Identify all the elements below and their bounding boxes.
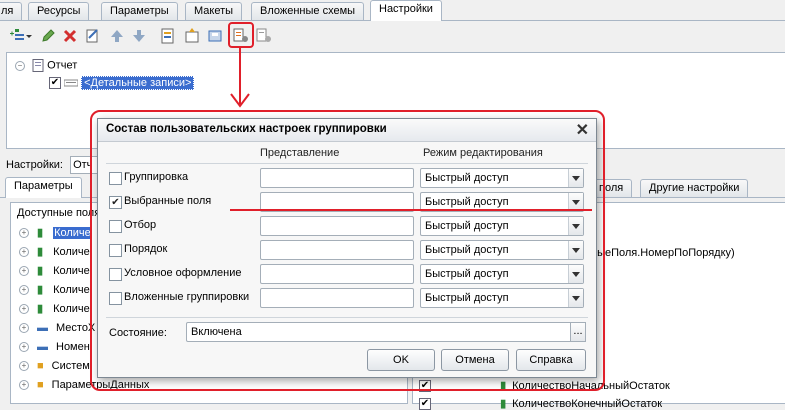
top-tab-bar: ля Ресурсы Параметры Макеты Вложенные сх… — [0, 0, 785, 21]
move-up-icon[interactable] — [109, 28, 125, 44]
resource-icon: ▮ — [37, 265, 44, 277]
dropdown-arrow-icon[interactable] — [25, 28, 33, 44]
settings-icon-3[interactable] — [207, 28, 223, 44]
annotation-dialog-outline — [90, 110, 605, 391]
resource-icon: ▮ — [37, 303, 44, 315]
expand-icon[interactable]: + — [19, 304, 29, 315]
add-group-icon[interactable] — [9, 28, 25, 44]
list-item[interactable]: + ▮ Количе — [19, 262, 90, 280]
delete-icon[interactable] — [62, 28, 78, 44]
tab-resources[interactable]: Ресурсы — [28, 2, 90, 20]
list-item[interactable]: + ▮ Количе — [19, 224, 92, 242]
tab-parameters[interactable]: Параметры — [101, 2, 178, 20]
checkbox-checked-icon[interactable]: ✔ — [49, 77, 61, 90]
dimension-icon: ▬ — [37, 341, 48, 353]
tab-templates[interactable]: Макеты — [185, 2, 243, 20]
resource-icon: ▮ — [37, 284, 44, 296]
expand-icon[interactable]: + — [19, 361, 29, 372]
copy-icon[interactable] — [85, 28, 101, 44]
annotation-arrow — [230, 46, 250, 108]
tree-root-label: Отчет — [47, 59, 78, 72]
tab-nested-schemes[interactable]: Вложенные схемы — [251, 2, 365, 20]
dimension-icon: ▬ — [37, 322, 48, 334]
collapse-icon[interactable]: − — [15, 60, 25, 71]
annotation-underline — [230, 209, 592, 211]
tree-root[interactable]: − Отчет — [15, 59, 77, 72]
settings-icon-2[interactable] — [184, 28, 200, 44]
expand-icon[interactable]: + — [19, 228, 29, 239]
tab-fields[interactable]: ля — [0, 2, 23, 20]
resource-icon: ▮ — [500, 398, 507, 410]
resource-icon: ▮ — [37, 227, 44, 239]
settings-icon-1[interactable] — [160, 28, 176, 44]
tree-child[interactable]: ✔ <Детальные записи> — [49, 76, 195, 90]
resource-icon: ▮ — [37, 246, 44, 258]
list-item[interactable]: + ▮ Количе — [19, 300, 90, 318]
move-down-icon[interactable] — [131, 28, 147, 44]
tab-settings[interactable]: Настройки — [370, 0, 442, 21]
toolbar — [0, 24, 785, 50]
tab-other-settings[interactable]: Другие настройки — [640, 179, 749, 197]
folder-icon: ■ — [37, 379, 44, 391]
folder-icon: ■ — [37, 360, 44, 372]
selected-field-text: ныеПоля.НомерПоПорядку) — [591, 247, 735, 259]
list-item[interactable]: + ▬ МестоХ — [19, 319, 95, 337]
list-item[interactable]: + ▬ Номен — [19, 338, 90, 356]
edit-icon[interactable] — [40, 28, 56, 44]
list-item[interactable]: ✔ ▮ КоличествоКонечныйОстаток — [419, 397, 662, 410]
user-settings-icon[interactable] — [256, 28, 272, 44]
list-item[interactable]: + ▮ Количе — [19, 281, 90, 299]
tree-child-label[interactable]: <Детальные записи> — [81, 76, 195, 90]
expand-icon[interactable]: + — [19, 323, 29, 334]
checkbox-checked-icon[interactable]: ✔ — [419, 398, 431, 410]
expand-icon[interactable]: + — [19, 380, 29, 391]
expand-icon[interactable]: + — [19, 342, 29, 353]
detail-records-icon — [63, 79, 79, 87]
tab-parameters-lower[interactable]: Параметры — [5, 177, 82, 198]
list-item[interactable]: + ▮ Количе — [19, 243, 90, 261]
available-fields-header: Доступные поля — [17, 207, 101, 219]
settings-label: Настройки: — [6, 158, 63, 171]
list-item[interactable]: + ■ Систем — [19, 357, 90, 375]
expand-icon[interactable]: + — [19, 247, 29, 258]
report-icon — [32, 59, 44, 72]
expand-icon[interactable]: + — [19, 266, 29, 277]
expand-icon[interactable]: + — [19, 285, 29, 296]
settings-row: Настройки: Отч — [6, 156, 99, 174]
